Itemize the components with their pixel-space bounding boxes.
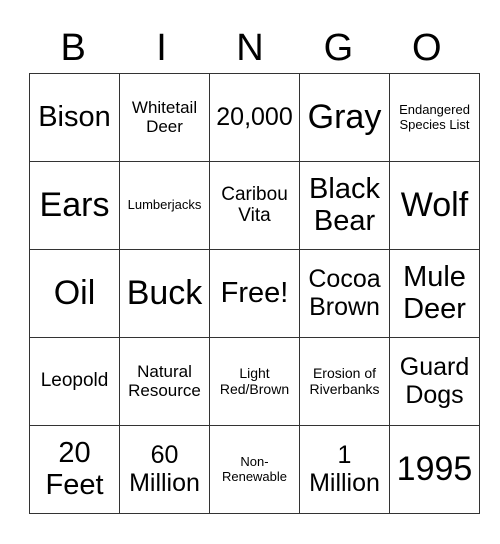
bingo-cell[interactable]: Guard Dogs bbox=[389, 337, 480, 426]
bingo-cell[interactable]: Mule Deer bbox=[389, 249, 480, 338]
bingo-cell[interactable]: 20,000 bbox=[209, 73, 300, 162]
bingo-cell[interactable]: Non-Renewable bbox=[209, 425, 300, 514]
bingo-row: Bison Whitetail Deer 20,000 Gray Endangered … bbox=[29, 73, 480, 162]
bingo-cell[interactable]: Natural Resource bbox=[119, 337, 210, 426]
bingo-cell[interactable]: Endangered Species List bbox=[389, 73, 480, 162]
bingo-cell[interactable]: 20 Feet bbox=[29, 425, 120, 514]
bingo-cell[interactable]: Free! bbox=[209, 249, 300, 338]
bingo-cell[interactable]: Ears bbox=[29, 161, 120, 250]
bingo-cell[interactable]: Black Bear bbox=[299, 161, 390, 250]
header-letter: G bbox=[323, 27, 354, 69]
bingo-cell[interactable]: Lumberjacks bbox=[119, 161, 210, 250]
bingo-card: Bison Whitetail Deer 20,000 Gray Endangered … bbox=[29, 73, 480, 514]
bingo-row: Oil Buck Free! Cocoa Brown Mule Deer bbox=[29, 249, 480, 338]
bingo-cell[interactable]: Bison bbox=[29, 73, 120, 162]
header-letter: O bbox=[411, 27, 442, 69]
header-letter: I bbox=[156, 27, 167, 69]
bingo-row: Leopold Natural Resource Light Red/Brown Er… bbox=[29, 337, 480, 426]
bingo-cell[interactable]: 1995 bbox=[389, 425, 480, 514]
bingo-cell[interactable]: Erosion of Riverbanks bbox=[299, 337, 390, 426]
bingo-cell[interactable]: Oil bbox=[29, 249, 120, 338]
bingo-cell[interactable]: Caribou Vita bbox=[209, 161, 300, 250]
bingo-cell[interactable]: Buck bbox=[119, 249, 210, 338]
bingo-cell[interactable]: Cocoa Brown bbox=[299, 249, 390, 338]
bingo-header: B I N G O bbox=[29, 26, 471, 70]
bingo-cell[interactable]: Light Red/Brown bbox=[209, 337, 300, 426]
bingo-row: Ears Lumberjacks Caribou Vita Black Bear Wol… bbox=[29, 161, 480, 250]
bingo-cell[interactable]: 60 Million bbox=[119, 425, 210, 514]
bingo-cell[interactable]: Wolf bbox=[389, 161, 480, 250]
header-letter: B bbox=[60, 27, 86, 69]
bingo-row: 20 Feet 60 Million Non-Renewable 1 Million 1… bbox=[29, 425, 480, 514]
bingo-cell[interactable]: Whitetail Deer bbox=[119, 73, 210, 162]
header-letter: N bbox=[236, 27, 264, 69]
bingo-cell[interactable]: 1 Million bbox=[299, 425, 390, 514]
bingo-cell[interactable]: Leopold bbox=[29, 337, 120, 426]
bingo-cell[interactable]: Gray bbox=[299, 73, 390, 162]
